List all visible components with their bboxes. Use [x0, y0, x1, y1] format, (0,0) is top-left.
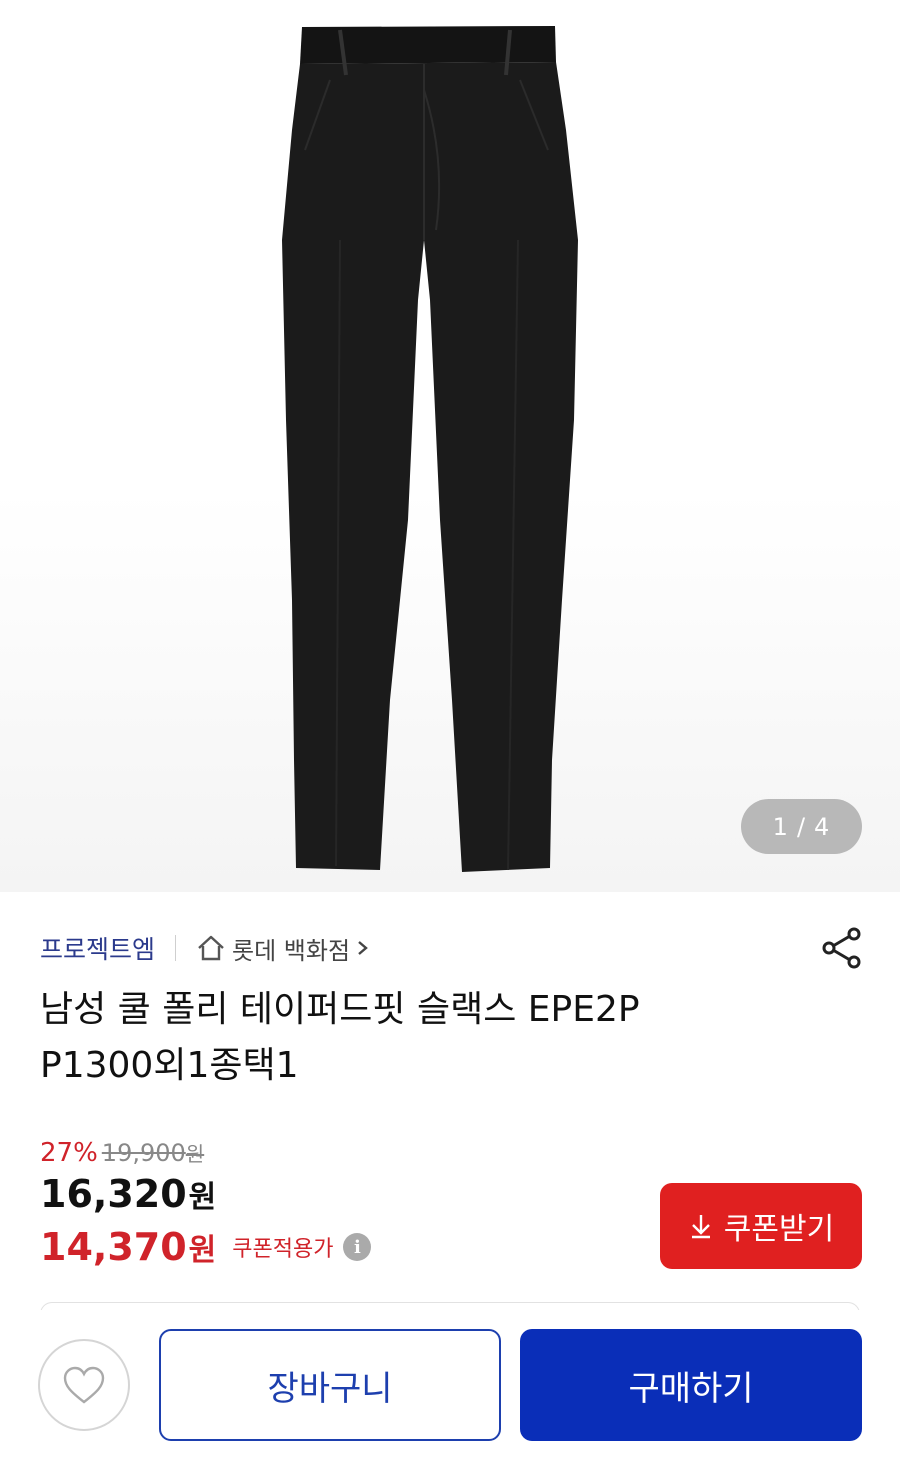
chevron-right-icon — [358, 941, 368, 955]
heart-icon — [63, 1366, 105, 1404]
product-title-line2: P1300외1종택1 — [40, 1045, 299, 1086]
get-coupon-label: 쿠폰받기 — [723, 1212, 835, 1247]
current-page: 1 — [772, 812, 789, 841]
share-icon[interactable] — [820, 926, 864, 970]
coupon-price-unit: 원 — [188, 1233, 217, 1268]
sale-price-unit: 원 — [188, 1180, 217, 1215]
home-icon — [198, 935, 224, 961]
wishlist-button[interactable] — [38, 1339, 130, 1431]
discount-rate: 27% — [40, 1138, 98, 1168]
sale-price-row: 16,320 원 — [40, 1172, 371, 1222]
info-icon[interactable]: i — [343, 1233, 372, 1261]
get-coupon-button[interactable]: 쿠폰받기 — [660, 1183, 862, 1269]
price-block: 27% 19,900 원 16,320 원 14,370 원 쿠폰적용가 i — [40, 1138, 372, 1272]
product-image-pants — [282, 26, 578, 872]
add-to-cart-button[interactable]: 장바구니 — [159, 1329, 501, 1441]
original-price: 19,900 — [101, 1139, 186, 1167]
coupon-applied-label: 쿠폰적용가 — [232, 1237, 334, 1262]
coupon-price: 14,370 — [40, 1225, 187, 1269]
discount-row: 27% 19,900 원 — [40, 1138, 371, 1172]
coupon-price-row: 14,370 원 쿠폰적용가 i — [40, 1222, 372, 1272]
page-separator: / — [796, 812, 807, 841]
brand-row: 프로젝트엠 롯데 백화점 — [40, 930, 860, 966]
original-price-unit: 원 — [185, 1142, 205, 1166]
divider — [175, 935, 177, 961]
buy-now-button[interactable]: 구매하기 — [520, 1329, 862, 1441]
product-info-section: 프로젝트엠 롯데 백화점 남성 쿨 폴리 테이퍼드핏 슬랙스 EPE2P P13… — [0, 892, 900, 1314]
total-pages: 4 — [814, 812, 831, 841]
product-title-line1: 남성 쿨 폴리 테이퍼드핏 슬랙스 EPE2P — [40, 989, 640, 1030]
sale-price: 16,320 — [40, 1172, 187, 1216]
brand-link[interactable]: 프로젝트엠 — [40, 930, 155, 966]
bottom-action-bar: 장바구니 구매하기 — [0, 1310, 900, 1457]
store-name: 롯데 백화점 — [232, 936, 351, 965]
product-image-gallery[interactable]: 1 / 4 — [0, 0, 900, 892]
download-arrow-icon — [691, 1215, 710, 1239]
product-title: 남성 쿨 폴리 테이퍼드핏 슬랙스 EPE2P P1300외1종택1 — [40, 982, 840, 1094]
image-page-indicator: 1 / 4 — [741, 799, 862, 854]
store-link[interactable]: 롯데 백화점 — [196, 931, 376, 966]
